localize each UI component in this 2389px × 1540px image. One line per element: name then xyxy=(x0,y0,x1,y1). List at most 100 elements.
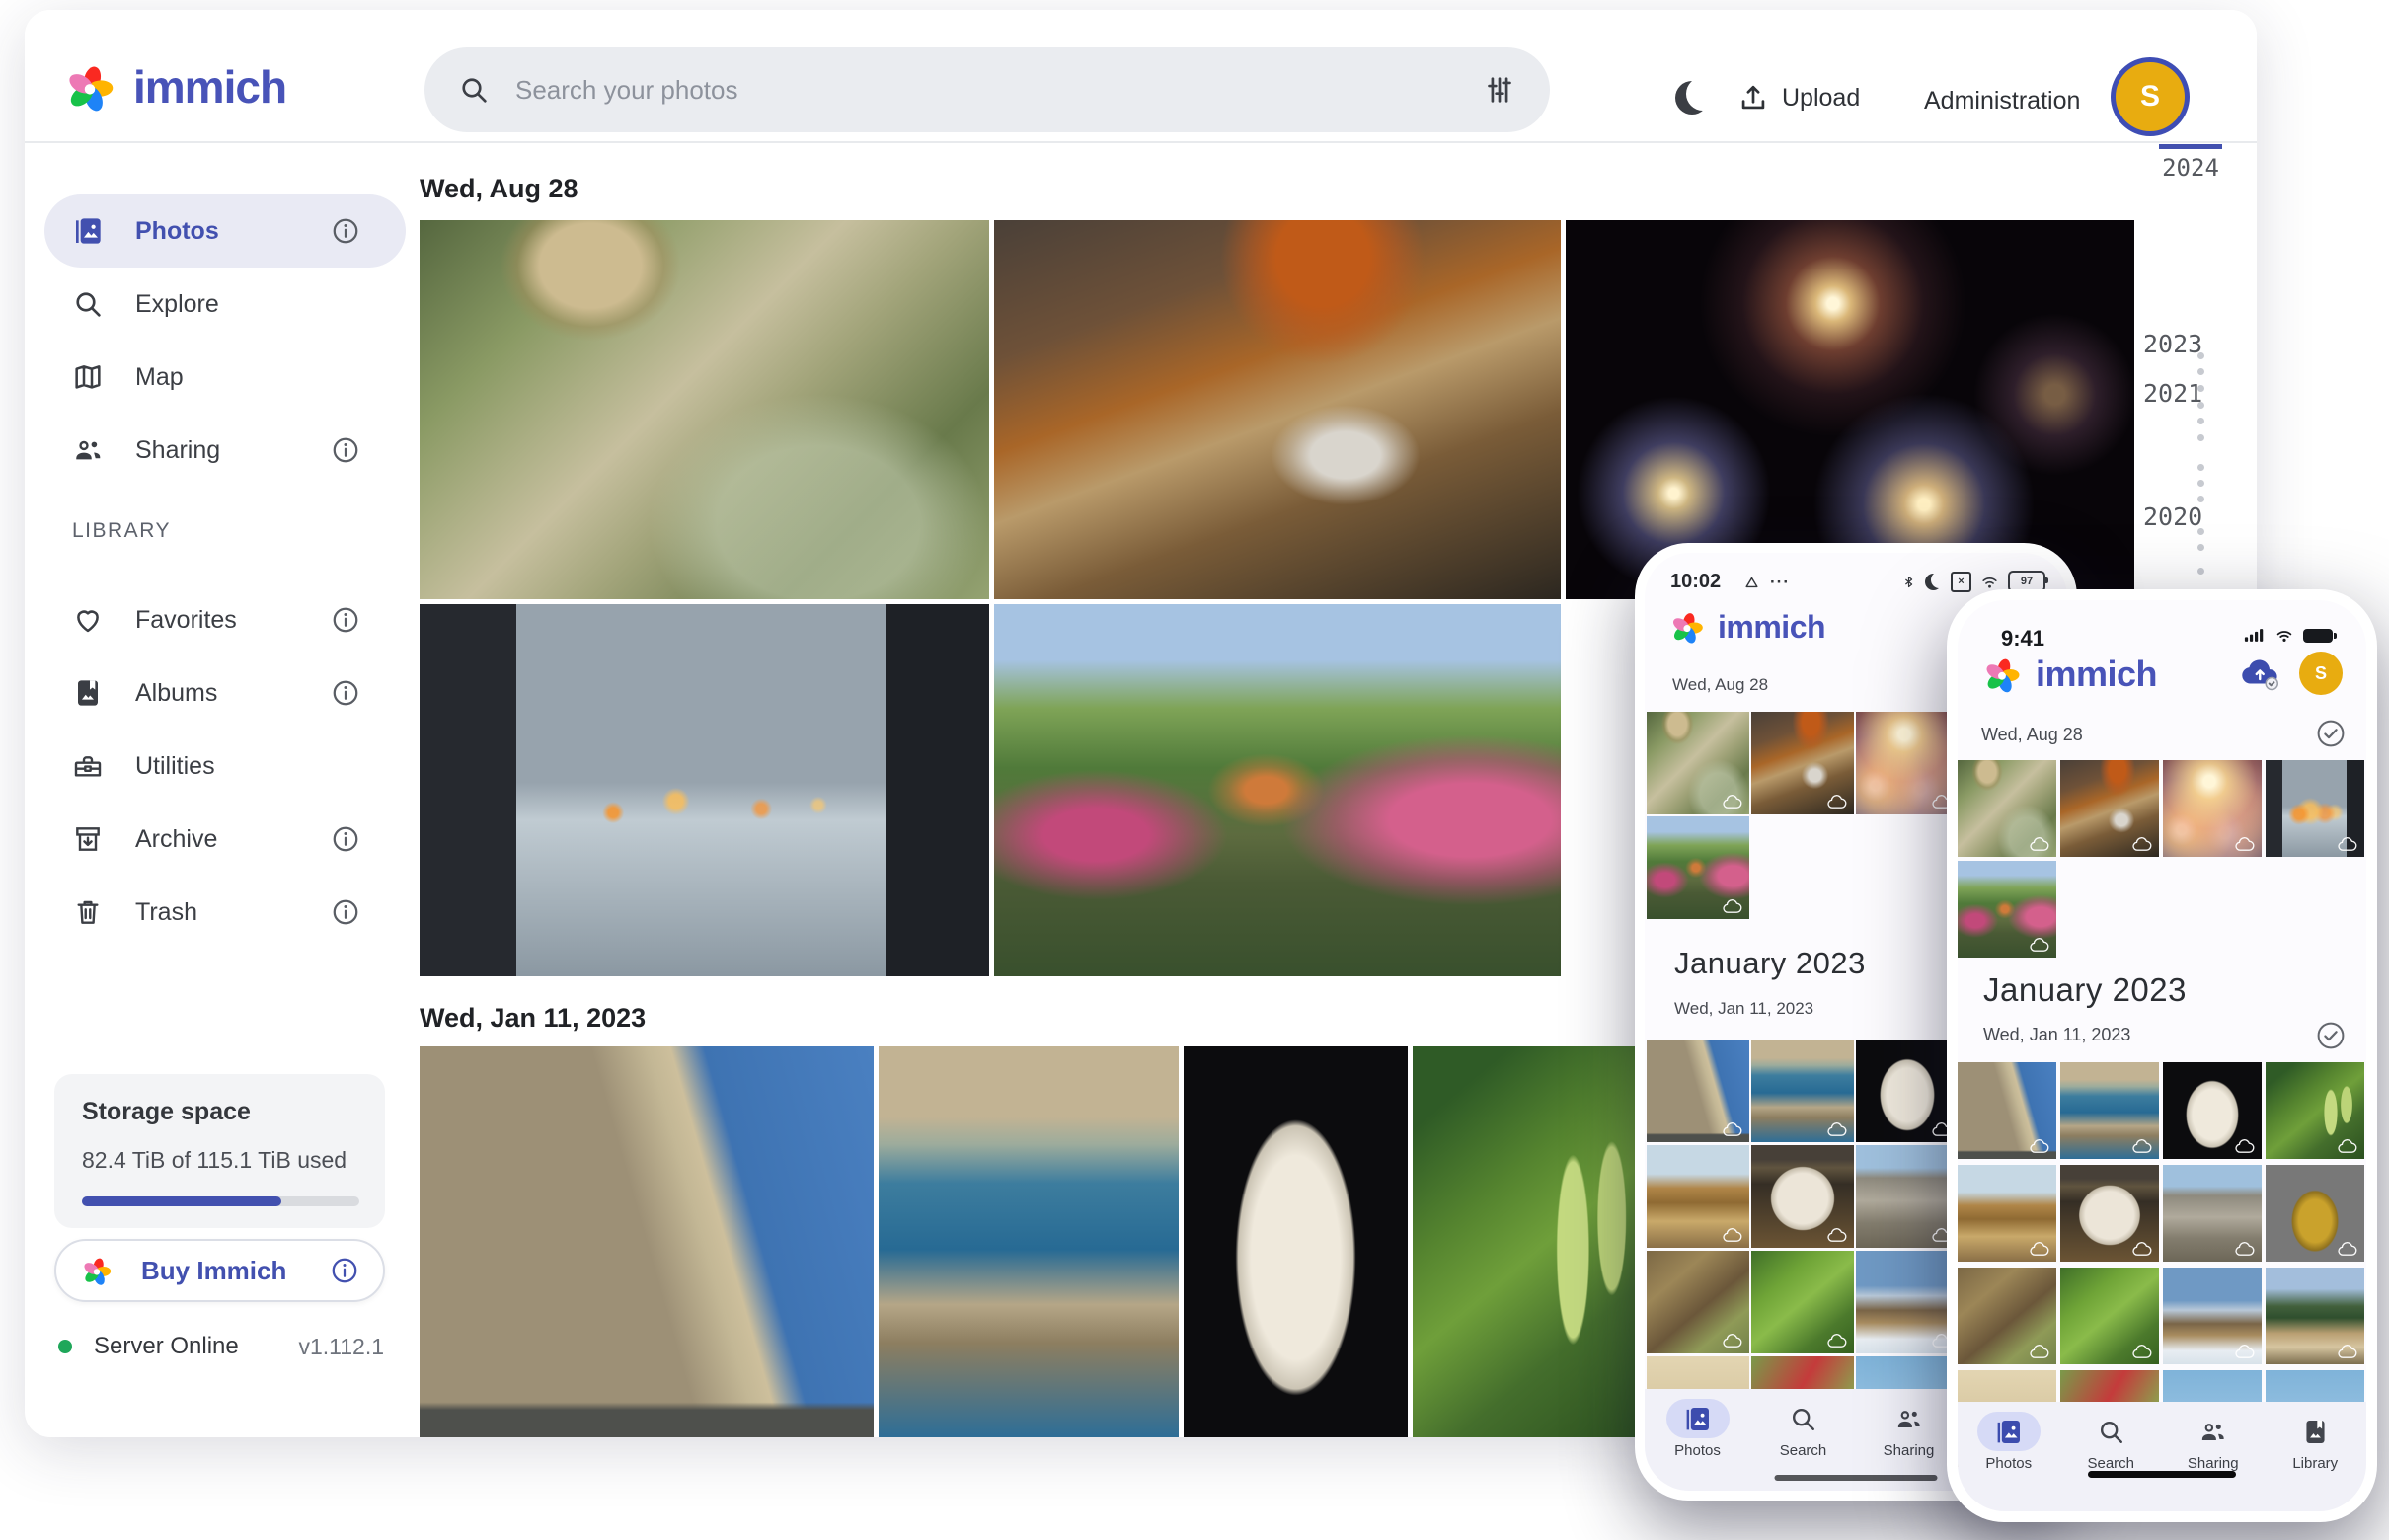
immich-logo[interactable]: immich xyxy=(62,59,286,115)
buy-immich-button[interactable]: Buy Immich xyxy=(54,1239,385,1302)
photo-thumbnail-zoo-monkeys[interactable] xyxy=(1958,760,2056,857)
photo-thumbnail-snowy-village[interactable] xyxy=(2163,1268,2262,1364)
nav-tab-label: Sharing xyxy=(2188,1455,2239,1472)
photo-thumbnail-stone-sculpture[interactable] xyxy=(2060,1165,2159,1262)
photo-thumbnail-holding-hands[interactable] xyxy=(2266,760,2364,857)
info-icon[interactable] xyxy=(331,897,360,927)
server-status-label: Server Online xyxy=(94,1333,239,1360)
overflow-dots-icon: ··· xyxy=(1770,573,1790,592)
photo-thumbnail-coastal-town[interactable] xyxy=(1751,1040,1854,1142)
sidebar-item-sharing[interactable]: Sharing xyxy=(44,414,406,487)
map-icon xyxy=(72,361,104,393)
photo-thumbnail-marble-bust[interactable] xyxy=(1856,1040,1959,1142)
photo-thumbnail-alpine-village[interactable] xyxy=(2266,1268,2364,1364)
photo-thumbnail-ruined-wall[interactable] xyxy=(1856,1145,1959,1248)
nav-tab-photos[interactable]: Photos xyxy=(1958,1402,2060,1511)
photo-thumbnail-stone-sculpture[interactable] xyxy=(1751,1145,1854,1248)
sidebar-item-photos[interactable]: Photos xyxy=(44,194,406,268)
server-version: v1.112.1 xyxy=(298,1334,384,1360)
photo-thumbnail-fortress-wall[interactable] xyxy=(1647,1040,1749,1142)
info-icon[interactable] xyxy=(331,678,360,708)
app-title: immich xyxy=(1718,609,1825,646)
search-input[interactable]: Search your photos xyxy=(424,47,1550,132)
sidebar-item-archive[interactable]: Archive xyxy=(44,803,406,876)
photo-thumbnail-fortress-wall[interactable] xyxy=(1958,1062,2056,1159)
nav-tab-sharing[interactable]: Sharing xyxy=(2162,1402,2265,1511)
sidebar-item-albums[interactable]: Albums xyxy=(44,656,406,730)
dnd-moon-icon xyxy=(1925,574,1942,590)
photo-thumbnail-marble-bust[interactable] xyxy=(2163,1062,2262,1159)
select-day-check-icon[interactable] xyxy=(2315,1020,2347,1051)
photo-grid xyxy=(1958,861,2364,958)
photo-thumbnail-ground-lizard[interactable] xyxy=(1958,1268,2056,1364)
timeline-year-2021[interactable]: 2021 xyxy=(2143,379,2202,408)
nav-tab-search[interactable]: Search xyxy=(2060,1402,2163,1511)
photo-thumbnail-beach-cliff[interactable] xyxy=(1958,1165,2056,1262)
nav-tab-library[interactable]: Library xyxy=(2265,1402,2367,1511)
administration-link[interactable]: Administration xyxy=(1924,87,2080,116)
photo-thumbnail-garden-path[interactable] xyxy=(994,604,1561,976)
app-title: immich xyxy=(133,60,286,114)
photo-thumbnail-fireworks[interactable] xyxy=(1856,712,1959,814)
photo-thumbnail-sea-grape-plant[interactable] xyxy=(1413,1046,1656,1437)
photo-thumbnail-holding-hands[interactable] xyxy=(420,604,989,976)
photo-thumbnail-ruined-wall[interactable] xyxy=(2163,1165,2262,1262)
photo-thumbnail-autumn-dinner-table[interactable] xyxy=(2060,760,2159,857)
sidebar-item-favorites[interactable]: Favorites xyxy=(44,583,406,656)
search-icon xyxy=(1789,1405,1817,1433)
photo-thumbnail-snowy-village[interactable] xyxy=(1856,1251,1959,1353)
timeline-tick-dot xyxy=(2197,418,2204,424)
timeline-tick-dot xyxy=(2197,528,2204,535)
photo-thumbnail-garden-path[interactable] xyxy=(1958,861,2056,958)
sidebar-item-trash[interactable]: Trash xyxy=(44,876,406,949)
photo-thumbnail-beach-cliff[interactable] xyxy=(1647,1145,1749,1248)
timeline-year-2020[interactable]: 2020 xyxy=(2143,502,2202,531)
ios-screen: 9:41 xyxy=(1958,600,2366,1511)
photo-thumbnail-marble-bust[interactable] xyxy=(1184,1046,1408,1437)
no-sim-icon: × xyxy=(1951,572,1971,592)
photo-row xyxy=(420,604,1561,976)
photo-thumbnail-autumn-dinner-table[interactable] xyxy=(1751,712,1854,814)
photo-thumbnail-sea-grape-plant[interactable] xyxy=(2266,1062,2364,1159)
photo-thumbnail-moss-lizard[interactable] xyxy=(2060,1268,2159,1364)
storage-usage-text: 82.4 TiB of 115.1 TiB used xyxy=(82,1147,347,1174)
search-filters-icon[interactable] xyxy=(1483,73,1516,107)
info-icon[interactable] xyxy=(331,216,360,246)
bottom-nav: PhotosSearch Sharing Library xyxy=(1958,1402,2366,1511)
info-icon[interactable] xyxy=(331,435,360,465)
info-icon[interactable] xyxy=(331,824,360,854)
photo-thumbnail-coastal-town[interactable] xyxy=(2060,1062,2159,1159)
photo-thumbnail-fortress-wall[interactable] xyxy=(420,1046,874,1437)
photo-thumbnail-moss-lizard[interactable] xyxy=(1751,1251,1854,1353)
server-online-dot xyxy=(58,1340,72,1353)
date-header-august: Wed, Aug 28 xyxy=(420,174,578,204)
user-avatar[interactable]: S xyxy=(2116,62,2185,131)
photo-thumbnail-fireworks[interactable] xyxy=(2163,760,2262,857)
date-header-august: Wed, Aug 28 xyxy=(1981,725,2083,745)
info-icon[interactable] xyxy=(331,605,360,635)
sidebar-item-explore[interactable]: Explore xyxy=(44,268,406,341)
select-day-check-icon[interactable] xyxy=(2315,718,2347,749)
photo-thumbnail-ground-lizard[interactable] xyxy=(1647,1251,1749,1353)
user-avatar[interactable]: S xyxy=(2299,652,2343,695)
sync-cloud-icon[interactable] xyxy=(2238,655,2283,691)
dark-mode-toggle-moon-icon[interactable] xyxy=(1675,81,1709,115)
photo-thumbnail-autumn-dinner-table[interactable] xyxy=(994,220,1561,599)
search-placeholder: Search your photos xyxy=(515,75,1457,106)
cloud-backup-icon xyxy=(2131,1344,2153,1359)
sidebar-item-label: Sharing xyxy=(135,436,220,465)
info-icon[interactable] xyxy=(330,1256,359,1285)
upload-button[interactable]: Upload xyxy=(1736,81,1860,115)
photo-thumbnail-ornate-trophy[interactable] xyxy=(2266,1165,2364,1262)
nav-tab-photos[interactable]: Photos xyxy=(1645,1389,1750,1491)
sidebar-item-utilities[interactable]: Utilities xyxy=(44,730,406,803)
photo-thumbnail-zoo-monkeys[interactable] xyxy=(1647,712,1749,814)
sidebar-item-map[interactable]: Map xyxy=(44,341,406,414)
photo-thumbnail-garden-path[interactable] xyxy=(1647,816,1749,919)
timeline-active-year[interactable]: 2024 xyxy=(2153,154,2228,182)
photo-thumbnail-coastal-town[interactable] xyxy=(879,1046,1179,1437)
timeline-year-2023[interactable]: 2023 xyxy=(2143,330,2202,358)
timeline-scrubber-indicator[interactable] xyxy=(2159,144,2222,149)
status-left-icons: ··· xyxy=(1743,573,1790,592)
photo-thumbnail-zoo-monkeys[interactable] xyxy=(420,220,989,599)
